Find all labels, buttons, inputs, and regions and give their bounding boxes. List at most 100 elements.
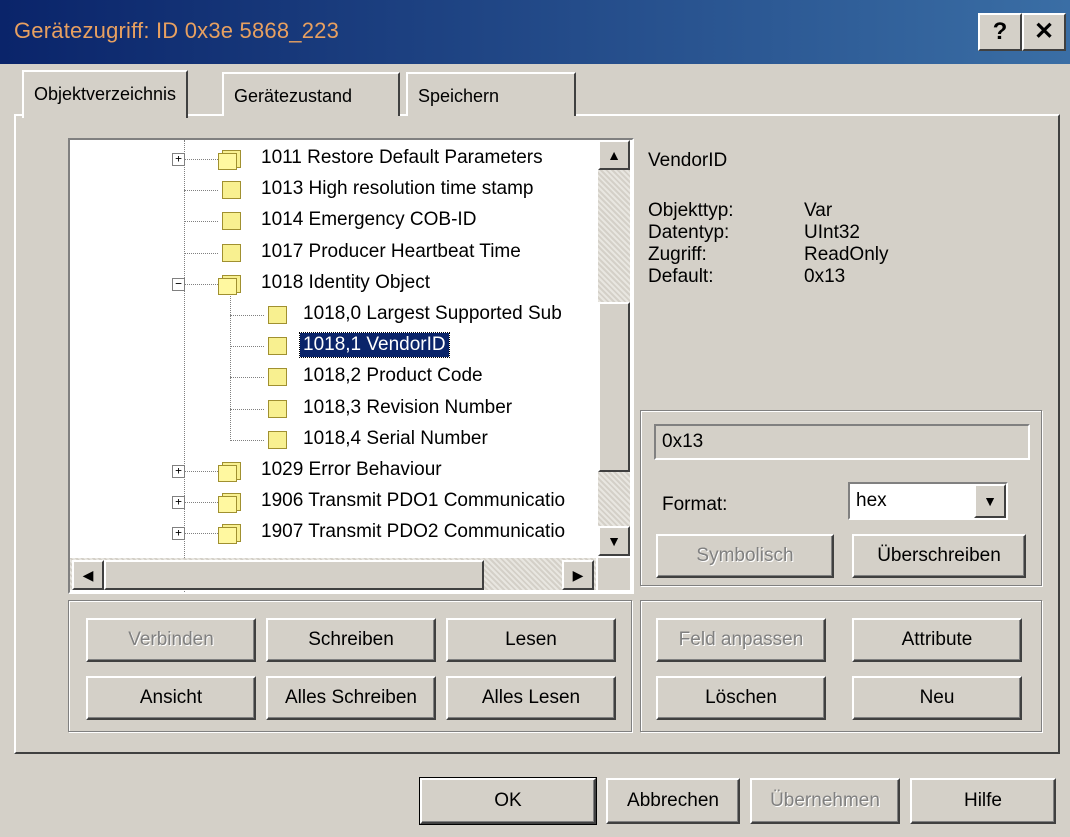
format-select[interactable]: hex ▼ bbox=[848, 482, 1008, 520]
tree-item-label: 1018,0 Largest Supported Sub bbox=[303, 303, 562, 324]
tree-line bbox=[184, 159, 218, 160]
expand-icon[interactable]: + bbox=[172, 527, 185, 541]
info-value: UInt32 bbox=[804, 222, 860, 243]
folder-icon bbox=[220, 181, 242, 200]
tree-line bbox=[184, 502, 218, 504]
tree-item[interactable]: − 1018 Identity Object bbox=[70, 269, 600, 300]
info-row: Default: 0x13 bbox=[648, 266, 1028, 288]
tree-item-label: 1011 Restore Default Parameters bbox=[261, 147, 543, 168]
collapse-icon[interactable]: − bbox=[172, 277, 185, 291]
folder-group-icon bbox=[218, 274, 242, 295]
help-button[interactable]: ? bbox=[978, 13, 1022, 51]
tree-item-label: 1017 Producer Heartbeat Time bbox=[261, 240, 521, 262]
tree-item[interactable]: 1018,2 Product Code bbox=[70, 362, 600, 393]
tree-item-label: 1907 Transmit PDO2 Communicatio bbox=[261, 521, 566, 543]
ok-button[interactable]: OK bbox=[419, 777, 597, 825]
feld-anpassen-button[interactable]: Feld anpassen bbox=[656, 618, 826, 662]
schreiben-button[interactable]: Schreiben bbox=[266, 618, 436, 662]
chevron-down-icon: ▼ bbox=[983, 493, 997, 509]
tree-item[interactable]: +1906 Transmit PDO1 Communicatio bbox=[70, 487, 600, 518]
folder-icon bbox=[266, 337, 288, 356]
tree-item-label: 1018,4 Serial Number bbox=[303, 427, 488, 449]
window-title: Gerätezugriff: ID 0x3e 5868_223 bbox=[14, 18, 340, 43]
attribute-button[interactable]: Attribute bbox=[852, 618, 1022, 662]
tree-item[interactable]: 1014 Emergency COB-ID bbox=[70, 206, 600, 237]
folder-group-icon bbox=[218, 462, 242, 482]
tree-item-label: 1018 Identity Object bbox=[261, 271, 430, 293]
ansicht-button[interactable]: Ansicht bbox=[86, 676, 256, 720]
tab-label: Speichern bbox=[418, 86, 500, 106]
tree-item-label: 1014 Emergency COB-ID bbox=[261, 209, 477, 231]
tree-line bbox=[230, 346, 264, 348]
tab-speichern[interactable]: Speichern bbox=[406, 72, 576, 116]
tree-line bbox=[184, 533, 218, 535]
symbolisch-button[interactable]: Symbolisch bbox=[656, 534, 834, 578]
tab-label: Objektverzeichnis bbox=[34, 84, 177, 104]
tree-item[interactable]: 1018,1 VendorID bbox=[70, 331, 600, 362]
info-rows: Objekttyp: Var Datentyp: UInt32 Zugriff: Re… bbox=[648, 200, 1028, 288]
expand-icon[interactable]: + bbox=[172, 153, 185, 166]
tree-item[interactable]: 1013 High resolution time stamp bbox=[70, 175, 600, 206]
scroll-up-button[interactable]: ▲ bbox=[598, 140, 630, 170]
format-selected: hex bbox=[856, 490, 887, 511]
folder-group-icon bbox=[218, 493, 242, 514]
tree-line bbox=[184, 471, 218, 472]
tree-item[interactable]: +1029 Error Behaviour bbox=[70, 456, 600, 487]
tree-item[interactable]: 1017 Producer Heartbeat Time bbox=[70, 238, 600, 269]
verbinden-button[interactable]: Verbinden bbox=[86, 618, 256, 662]
tab-geraetezustand[interactable]: Gerätezustand bbox=[222, 72, 400, 116]
uebernehmen-button[interactable]: Übernehmen bbox=[750, 778, 900, 824]
tree-item-label: 1906 Transmit PDO1 Communicatio bbox=[261, 490, 566, 512]
tab-objektverzeichnis[interactable]: Objektverzeichnis bbox=[22, 70, 189, 118]
info-key: Default: bbox=[648, 266, 714, 287]
object-tree[interactable]: +1011 Restore Default Parameters 1013 Hig… bbox=[68, 138, 634, 594]
arrow-left-icon: ◀ bbox=[82, 567, 94, 583]
info-row: Datentyp: UInt32 bbox=[648, 222, 1028, 244]
scroll-right-button[interactable]: ▶ bbox=[562, 560, 594, 590]
tree-line bbox=[184, 283, 218, 285]
tree-item-label: 1029 Error Behaviour bbox=[261, 459, 442, 480]
expand-icon[interactable]: + bbox=[172, 465, 185, 478]
tree-item[interactable]: +1907 Transmit PDO2 Communicatio bbox=[70, 518, 600, 549]
arrow-down-icon: ▼ bbox=[607, 533, 621, 549]
expand-icon[interactable]: + bbox=[172, 496, 185, 510]
close-icon: ✕ bbox=[1033, 18, 1055, 45]
hilfe-button[interactable]: Hilfe bbox=[910, 778, 1056, 824]
close-button[interactable]: ✕ bbox=[1022, 13, 1066, 51]
tab-label: Gerätezustand bbox=[234, 86, 353, 106]
tree-hscroll-thumb[interactable] bbox=[104, 560, 484, 590]
folder-icon bbox=[266, 368, 288, 387]
ueberschreiben-button[interactable]: Überschreiben bbox=[852, 534, 1026, 578]
dropdown-button[interactable]: ▼ bbox=[974, 484, 1006, 518]
tree-line bbox=[230, 408, 264, 410]
alles-lesen-button[interactable]: Alles Lesen bbox=[446, 676, 616, 720]
object-name: VendorID bbox=[648, 150, 728, 171]
scroll-down-button[interactable]: ▼ bbox=[598, 526, 630, 556]
scroll-corner bbox=[598, 558, 630, 590]
arrow-right-icon: ▶ bbox=[572, 567, 584, 583]
tree-vscroll-thumb[interactable] bbox=[598, 302, 630, 472]
tree-item[interactable]: 1018,0 Largest Supported Sub bbox=[70, 300, 600, 331]
folder-icon bbox=[266, 306, 288, 324]
info-value: 0x13 bbox=[804, 266, 846, 287]
scroll-left-button[interactable]: ◀ bbox=[72, 560, 104, 590]
value-field[interactable]: 0x13 bbox=[654, 424, 1030, 460]
folder-group-icon bbox=[218, 524, 242, 545]
neu-button[interactable]: Neu bbox=[852, 676, 1022, 720]
tree-item-label: 1018,3 Revision Number bbox=[303, 396, 513, 418]
tree-item[interactable]: 1018,3 Revision Number bbox=[70, 394, 600, 425]
loeschen-button[interactable]: Löschen bbox=[656, 676, 826, 720]
tree-line bbox=[184, 190, 218, 192]
alles-schreiben-button[interactable]: Alles Schreiben bbox=[266, 676, 436, 720]
info-row: Objekttyp: Var bbox=[648, 200, 1028, 222]
arrow-up-icon: ▲ bbox=[607, 147, 621, 163]
tree-item-label: 1018,2 Product Code bbox=[303, 365, 483, 387]
lesen-button[interactable]: Lesen bbox=[446, 618, 616, 662]
folder-icon bbox=[266, 430, 288, 449]
info-value: ReadOnly bbox=[804, 244, 889, 265]
tree-item[interactable]: 1018,4 Serial Number bbox=[70, 425, 600, 456]
abbrechen-button[interactable]: Abbrechen bbox=[606, 778, 740, 824]
info-key: Datentyp: bbox=[648, 222, 730, 243]
tree-item-label: 1013 High resolution time stamp bbox=[261, 178, 534, 200]
tree-item[interactable]: +1011 Restore Default Parameters bbox=[70, 144, 600, 175]
